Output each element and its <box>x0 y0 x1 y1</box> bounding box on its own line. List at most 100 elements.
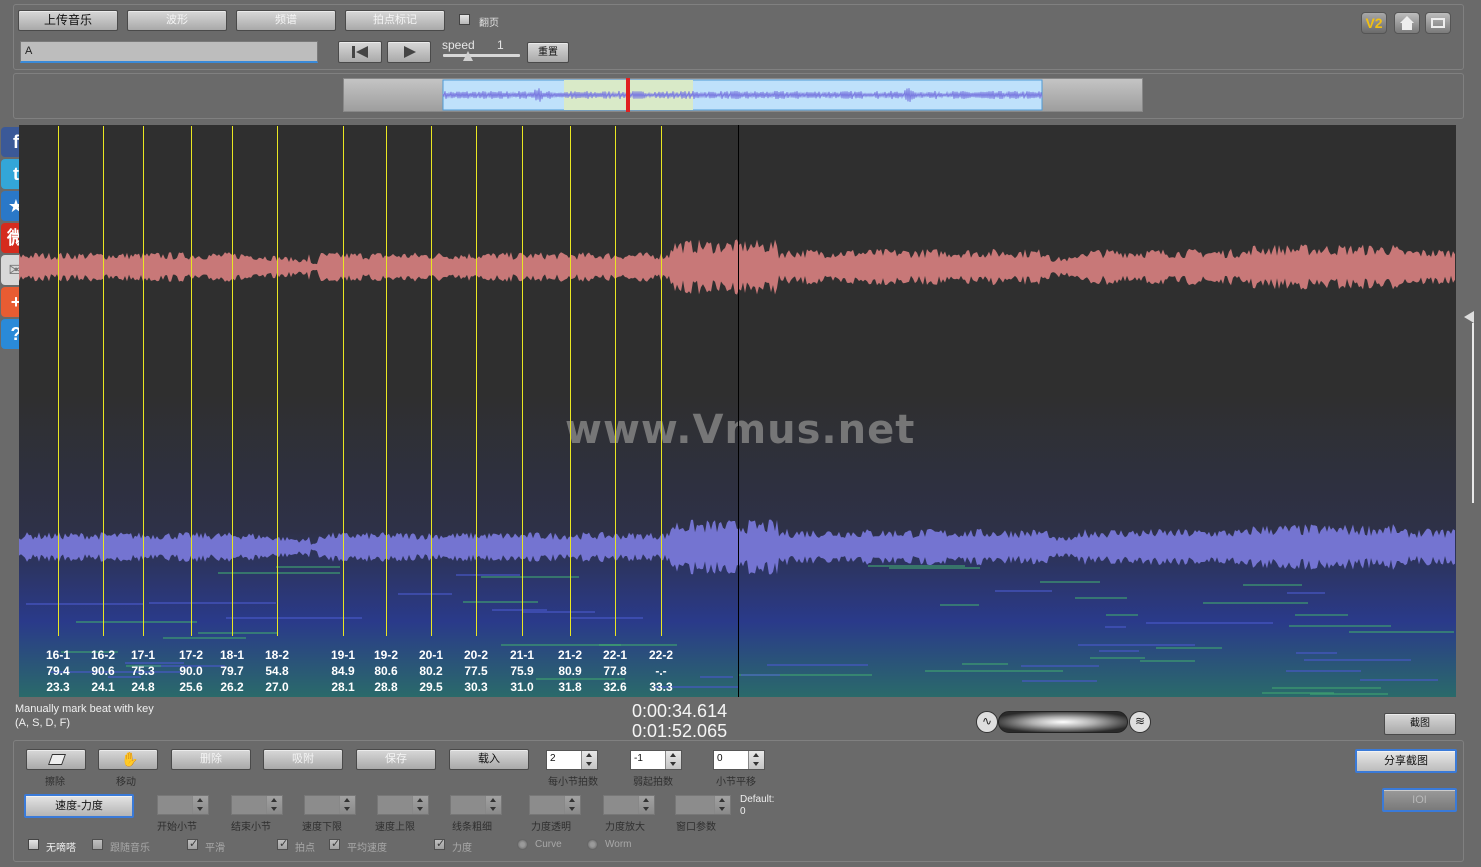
end-bar-stepper[interactable] <box>231 795 283 815</box>
skip-start-button[interactable] <box>338 41 382 63</box>
pickup-beats-arrows[interactable] <box>665 751 681 769</box>
window-param-stepper[interactable] <box>675 795 731 815</box>
beat-line[interactable] <box>522 126 523 636</box>
play-button[interactable] <box>387 41 431 63</box>
fullscreen-icon[interactable] <box>1425 12 1451 34</box>
home-icon[interactable] <box>1394 12 1420 34</box>
playhead[interactable] <box>738 125 739 697</box>
beat-mark-button[interactable]: 拍点标记 <box>345 10 445 31</box>
beat-label: 18-2 <box>264 648 290 662</box>
beat-line[interactable] <box>570 126 571 636</box>
beat-line[interactable] <box>103 126 104 636</box>
start-bar-stepper[interactable] <box>157 795 209 815</box>
load-button[interactable]: 载入 <box>449 749 529 770</box>
right-scroll-handle[interactable] <box>1464 311 1476 323</box>
option-label: Worm <box>605 839 632 850</box>
move-button[interactable]: ✋ <box>98 749 158 770</box>
option-checkbox[interactable] <box>434 837 445 850</box>
speed-min-stepper[interactable] <box>304 795 356 815</box>
spectrum-zoom-icon[interactable]: ≋ <box>1129 711 1151 733</box>
ioi-button[interactable]: IOI <box>1382 788 1457 812</box>
spectrogram-band <box>1286 670 1361 672</box>
end-bar-arrows[interactable] <box>266 796 282 814</box>
beat-time: 24.8 <box>131 680 155 694</box>
speed-dynamics-button[interactable]: 速度-力度 <box>24 794 134 818</box>
line-width-arrows[interactable] <box>485 796 501 814</box>
option-label: 拍点 <box>295 843 315 854</box>
beats-per-bar-stepper[interactable]: 2 <box>546 750 598 770</box>
v2-badge[interactable]: V2 <box>1361 12 1387 34</box>
spectrogram-band <box>962 663 1008 665</box>
snap-button[interactable]: 吸附 <box>263 749 343 770</box>
beat-line[interactable] <box>191 126 192 636</box>
option-checkbox[interactable] <box>28 839 39 850</box>
option-radio[interactable] <box>517 839 528 850</box>
beat-speed: 80.2 <box>419 664 443 678</box>
delete-button[interactable]: 删除 <box>171 749 251 770</box>
save-button[interactable]: 保存 <box>356 749 436 770</box>
speed-slider-thumb[interactable] <box>463 51 473 61</box>
speed-max-stepper[interactable] <box>377 795 429 815</box>
beat-line[interactable] <box>58 126 59 636</box>
beat-line[interactable] <box>431 126 432 636</box>
beat-speed: 77.5 <box>464 664 488 678</box>
spectrogram-band <box>163 637 246 639</box>
line-width-label: 线条粗细 <box>452 822 492 833</box>
beat-time: 29.5 <box>419 680 443 694</box>
waveform-zoom-icon[interactable]: ∿ <box>976 711 998 733</box>
beat-line[interactable] <box>661 126 662 636</box>
bar-offset-stepper[interactable]: 0 <box>713 750 765 770</box>
option-checkbox[interactable] <box>329 837 340 850</box>
start-bar-arrows[interactable] <box>192 796 208 814</box>
page-flip-checkbox[interactable] <box>459 14 470 25</box>
text-input[interactable]: A <box>20 41 318 63</box>
main-viewer[interactable]: www.Vmus.net <box>19 125 1456 697</box>
beat-line[interactable] <box>476 126 477 636</box>
beat-time: 28.1 <box>331 680 355 694</box>
beat-label: 21-1 <box>509 648 535 662</box>
line-width-stepper[interactable] <box>450 795 502 815</box>
beats-per-bar-arrows[interactable] <box>581 751 597 769</box>
share-screenshot-button[interactable]: 分享截图 <box>1355 749 1457 773</box>
spectrogram-band <box>1295 614 1348 616</box>
pickup-beats-stepper[interactable]: -1 <box>630 750 682 770</box>
overview-track[interactable] <box>343 78 1143 112</box>
window-param-arrows[interactable] <box>714 796 730 814</box>
key-hint-line2: (A, S, D, F) <box>15 717 70 729</box>
erase-button[interactable] <box>26 749 86 770</box>
dynamics-alpha-stepper[interactable] <box>529 795 581 815</box>
beats-per-bar-label: 每小节拍数 <box>548 777 598 788</box>
beat-line[interactable] <box>386 126 387 636</box>
beat-line[interactable] <box>232 126 233 636</box>
dynamics-scale-arrows[interactable] <box>638 796 654 814</box>
screenshot-button[interactable]: 截图 <box>1384 713 1456 735</box>
reset-button[interactable]: 重置 <box>527 42 569 63</box>
spectrum-button[interactable]: 频谱 <box>236 10 336 31</box>
default-value: 0 <box>740 806 746 817</box>
dynamics-alpha-arrows[interactable] <box>564 796 580 814</box>
spectrogram-band <box>1022 680 1097 682</box>
beat-line[interactable] <box>615 126 616 636</box>
bar-offset-value: 0 <box>717 753 723 764</box>
beat-line[interactable] <box>343 126 344 636</box>
option-checkbox[interactable] <box>92 839 103 850</box>
speed-max-arrows[interactable] <box>412 796 428 814</box>
beat-label: 22-2 <box>648 648 674 662</box>
beat-line[interactable] <box>277 126 278 636</box>
option-checkbox[interactable] <box>277 837 288 850</box>
waveform-button[interactable]: 波形 <box>127 10 227 31</box>
spectrogram-band <box>1099 650 1139 652</box>
speed-slider-track[interactable] <box>443 54 520 57</box>
speed-min-arrows[interactable] <box>339 796 355 814</box>
spectrogram-band <box>1078 644 1195 646</box>
spectrogram-band <box>276 566 340 568</box>
zoom-slider[interactable] <box>998 711 1128 733</box>
option-checkbox[interactable] <box>187 837 198 850</box>
spectrogram-band <box>599 644 677 646</box>
beat-line[interactable] <box>143 126 144 636</box>
bar-offset-arrows[interactable] <box>748 751 764 769</box>
default-label: Default: <box>740 794 775 805</box>
upload-music-button[interactable]: 上传音乐 <box>18 10 118 31</box>
dynamics-scale-stepper[interactable] <box>603 795 655 815</box>
option-radio[interactable] <box>587 839 598 850</box>
